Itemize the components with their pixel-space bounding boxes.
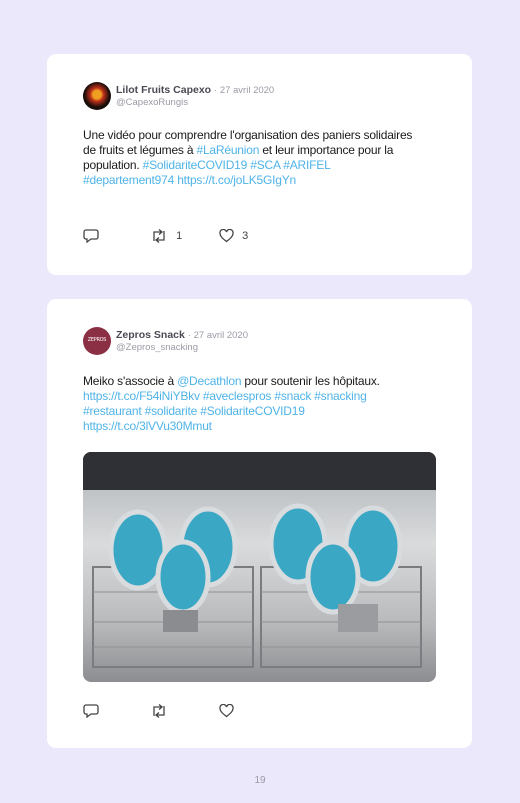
tweet-link[interactable]: https://t.co/F54iNiYBkv #aveclespros #sn… [83,389,367,433]
tweet-text-segment: Meiko s'associe à [83,374,178,388]
author-name[interactable]: Zepros Snack [116,329,185,341]
reply-icon [83,704,99,719]
tweet-link[interactable]: @Decathlon [177,374,241,388]
like-count: 3 [242,230,249,242]
tweet-card-2[interactable]: ZEPROS Zepros Snack · 27 avril 2020 @Zep… [47,299,472,748]
heart-icon [219,703,234,718]
tweet-date: · 27 avril 2020 [214,85,275,96]
retweet-icon [153,229,165,243]
like-button[interactable]: 3 [219,228,249,243]
retweet-count: 1 [176,230,183,242]
masks-photo [83,452,436,668]
like-button[interactable] [219,703,239,718]
author-handle[interactable]: @Zepros_snacking [116,342,198,353]
tweet-image[interactable] [83,452,436,682]
tweet-text: Meiko s'associe à @Decathlon pour souten… [83,374,423,434]
avatar[interactable]: ZEPROS [83,327,111,355]
page-number: 19 [254,775,266,786]
tweet-date: · 27 avril 2020 [187,330,248,341]
author-name[interactable]: Lilot Fruits Capexo [116,84,211,96]
tweet-text: Une vidéo pour comprendre l'organisation… [83,128,423,188]
author-handle[interactable]: @CapexoRungis [116,97,188,108]
avatar[interactable] [83,82,111,110]
avatar-text: ZEPROS [87,337,107,343]
reply-button[interactable] [83,704,99,719]
retweet-icon [153,704,165,718]
tweet-link[interactable]: #LaRéunion [196,143,259,157]
tweet-text-segment: pour soutenir les hôpitaux. [241,374,380,388]
retweet-button[interactable] [150,704,173,718]
tweet-card-1[interactable]: Lilot Fruits Capexo · 27 avril 2020 @Cap… [47,54,472,275]
retweet-button[interactable]: 1 [150,229,182,243]
reply-button[interactable] [83,229,99,244]
heart-icon [219,228,234,243]
reply-icon [83,229,99,244]
